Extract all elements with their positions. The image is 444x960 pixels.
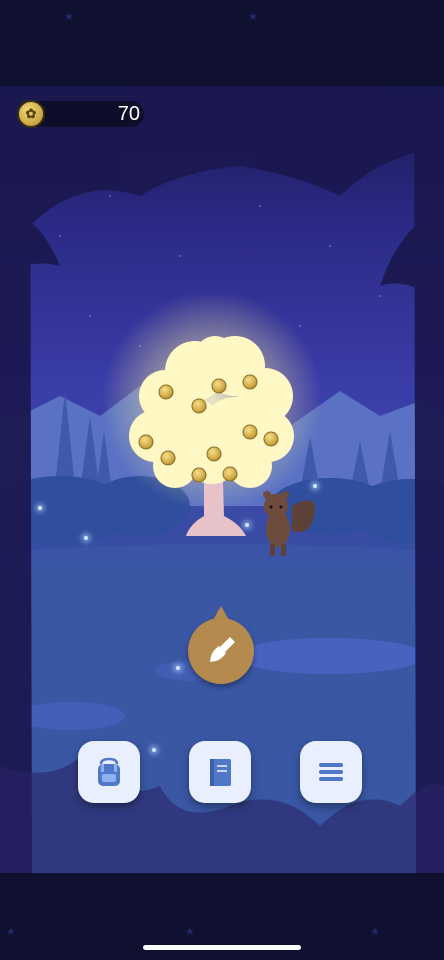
backpack-button[interactable] <box>78 741 140 803</box>
coin-sprout-icon: ✿ <box>17 100 45 128</box>
firefly <box>38 506 42 510</box>
backpack-icon <box>98 757 120 786</box>
hamburger-menu-icon <box>319 763 343 781</box>
star-decoration: ★ <box>6 926 16 938</box>
firefly <box>84 536 88 540</box>
shovel-icon <box>210 637 235 662</box>
puddle <box>235 638 425 674</box>
star-decoration: ★ <box>64 11 74 23</box>
book-icon <box>210 759 231 786</box>
firefly <box>176 666 180 670</box>
dig-button[interactable] <box>188 618 254 684</box>
firefly <box>245 523 249 527</box>
menu-button[interactable] <box>300 741 362 803</box>
firefly <box>152 748 156 752</box>
book-button[interactable] <box>189 741 251 803</box>
star-decoration: ★ <box>185 926 195 938</box>
firefly <box>313 484 317 488</box>
star-decoration: ★ <box>248 11 258 23</box>
coin-balance: 70 <box>117 103 140 125</box>
home-indicator[interactable] <box>143 945 301 950</box>
star-decoration: ★ <box>370 926 380 938</box>
